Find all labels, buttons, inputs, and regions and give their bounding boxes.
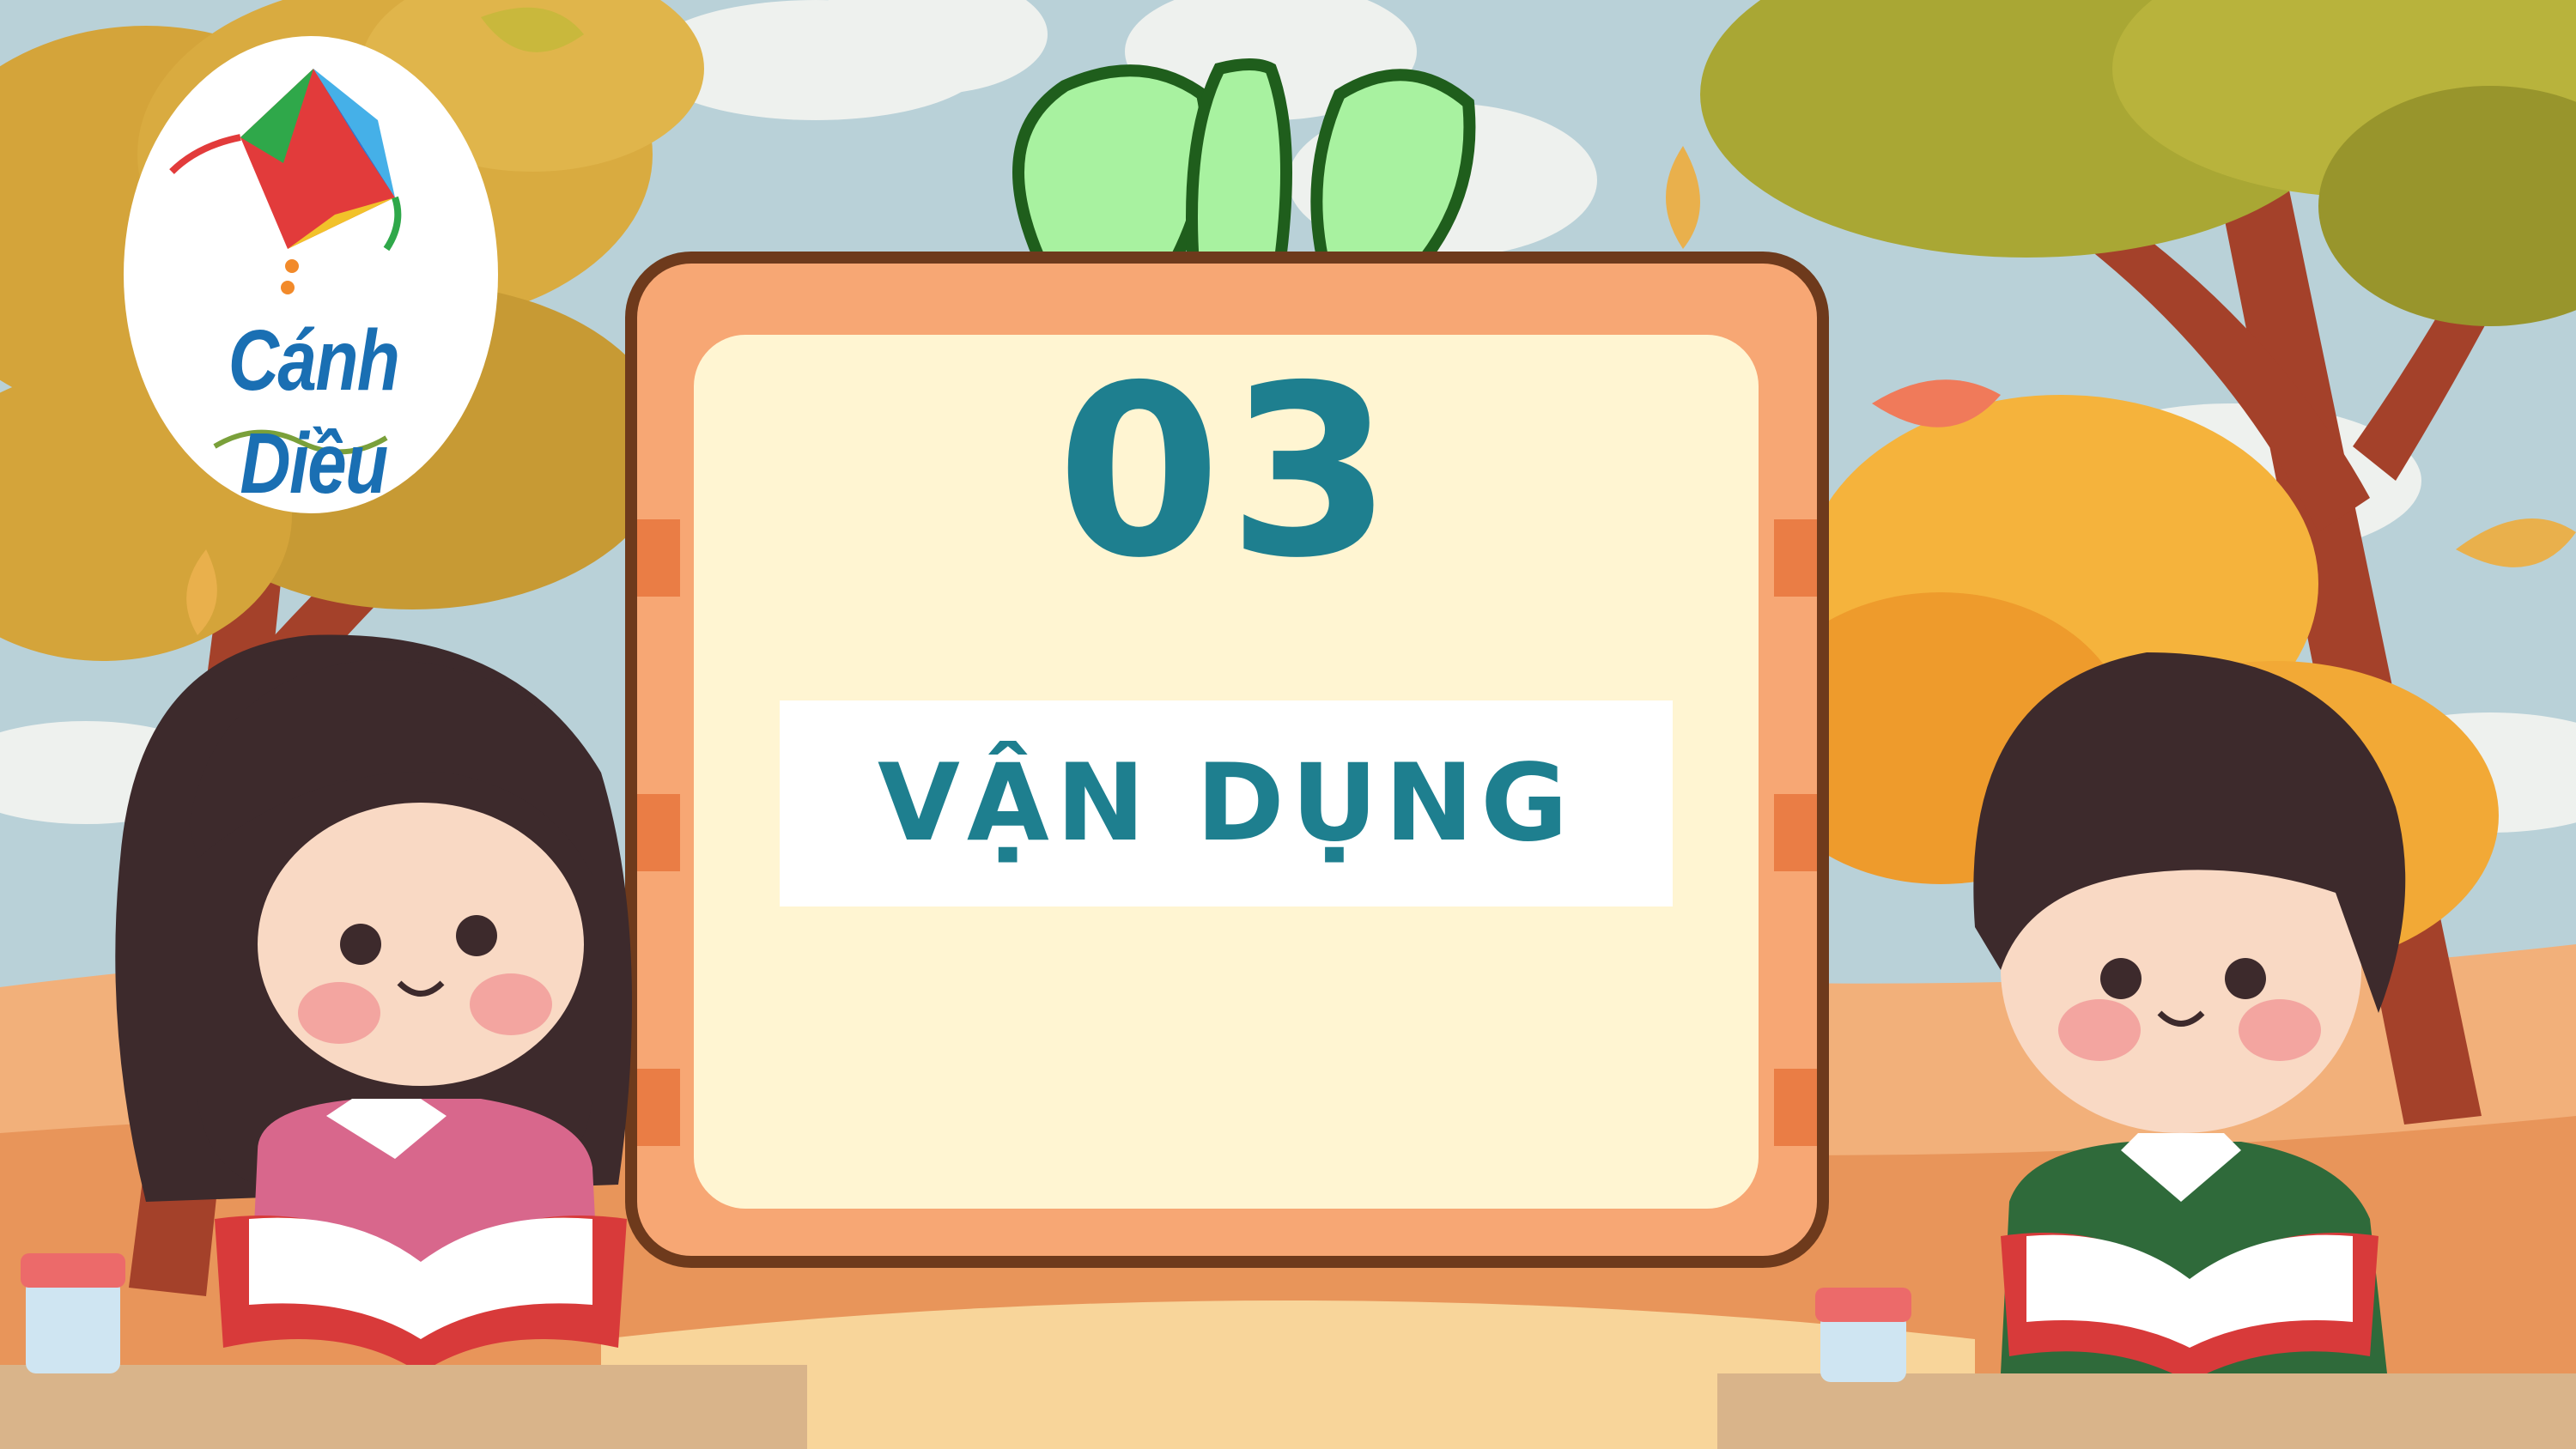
boy-reading-illustration: [1973, 652, 2406, 1382]
logo-text: Cánh Diều: [228, 312, 400, 512]
title-box: VẬN DỤNG: [780, 700, 1673, 906]
section-title: VẬN DỤNG: [877, 742, 1576, 865]
desk-right: [1717, 1373, 2576, 1449]
section-number: 03: [1056, 335, 1400, 609]
leaf-topper: [1012, 58, 1476, 272]
jar-icon: [1815, 1288, 1911, 1382]
jar-icon: [21, 1253, 125, 1373]
desk-left: [0, 1365, 807, 1449]
